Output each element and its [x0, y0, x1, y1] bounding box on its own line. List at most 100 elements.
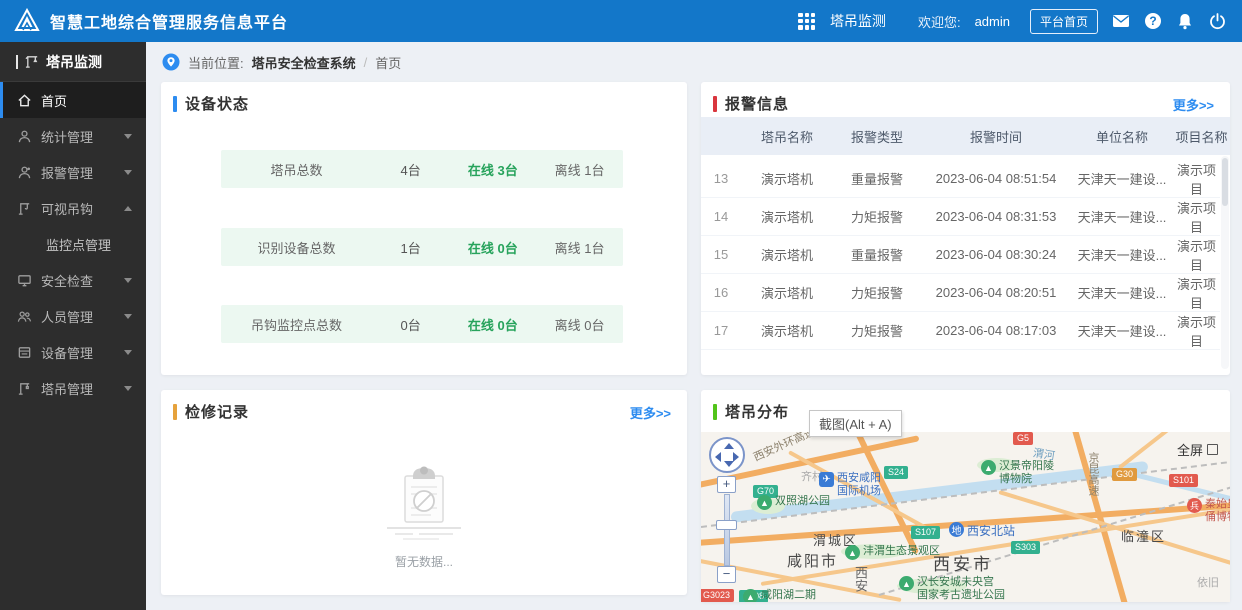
map-label-city: 咸阳市 — [787, 553, 839, 570]
sidebar-item-statistics[interactable]: 统计管理 — [0, 118, 146, 154]
person-alarm-icon — [18, 166, 31, 178]
top-header: 智慧工地综合管理服务信息平台 塔吊监测 欢迎您: admin 平台首页 ? — [0, 0, 1242, 42]
sidebar-item-personnel[interactable]: 人员管理 — [0, 298, 146, 334]
alarm-info-panel: 报警信息 更多>> 塔吊名称 报警类型 报警时间 单位名称 项目名称 13 演示塔… — [701, 82, 1230, 375]
fullscreen-button[interactable]: 全屏 — [1177, 440, 1218, 459]
map-pan-control[interactable] — [709, 437, 745, 473]
maintenance-panel: 检修记录 更多>> 暂无数据... — [161, 390, 687, 595]
pan-left-arrow[interactable] — [715, 452, 721, 462]
title-accent-bar — [713, 403, 717, 420]
panel-title: 塔吊分布 — [713, 401, 789, 422]
road-shield: G5 — [1013, 432, 1034, 445]
alarm-table-row[interactable]: 17 演示塔机 力矩报警 2023-06-04 08:17:03 天津天一建设... 演示… — [701, 312, 1220, 350]
apps-grid-icon[interactable] — [798, 12, 816, 30]
chevron-down-icon — [124, 169, 132, 175]
breadcrumb-prefix: 当前位置: — [188, 55, 244, 71]
sidebar-item-safety-check[interactable]: 安全检查 — [0, 262, 146, 298]
road-shield: S107 — [911, 526, 941, 539]
sidebar-item-monitor-points[interactable]: 监控点管理 — [0, 226, 146, 262]
park-icon: ▲ — [757, 495, 772, 510]
platform-logo-icon — [14, 8, 40, 31]
alarm-table-row[interactable]: 14 演示塔机 力矩报警 2023-06-04 08:31:53 天津天一建设... 演示… — [701, 198, 1220, 236]
pan-right-arrow[interactable] — [733, 452, 739, 462]
alarm-table-row[interactable]: 16 演示塔机 力矩报警 2023-06-04 08:20:51 天津天一建设... 演示… — [701, 274, 1220, 312]
sidebar-item-visual-hook[interactable]: 可视吊钩 — [0, 190, 146, 226]
road-shield: G30 — [1112, 468, 1138, 481]
breadcrumb-separator: / — [363, 54, 368, 70]
map-poi-park: ▲ 汉长安城未央宫 国家考古遗址公园 — [899, 576, 1005, 602]
breadcrumb-current[interactable]: 首页 — [375, 53, 401, 72]
alarm-more-link[interactable]: 更多>> — [1173, 95, 1214, 114]
scrollbar-thumb[interactable] — [1222, 158, 1228, 206]
platform-home-button[interactable]: 平台首页 — [1029, 8, 1098, 34]
breadcrumb: 当前位置: 塔吊安全检查系统 / 首页 — [162, 50, 401, 74]
map-label-road: 西安 — [853, 566, 868, 592]
empty-state: 暂无数据... — [161, 462, 687, 570]
chevron-down-icon — [124, 349, 132, 355]
device-status-panel: 设备状态 塔吊总数 4台 在线 3台 离线 1台 识别设备总数 1台 在线 0台… — [161, 82, 687, 375]
panel-title: 设备状态 — [173, 93, 249, 114]
sidebar: 塔吊监测 首页 统计管理 报警管理 可视吊钩 监控点管理 安全检查 人员管理 设… — [0, 42, 146, 610]
app-title: 智慧工地综合管理服务信息平台 — [50, 15, 289, 32]
empty-text: 暂无数据... — [394, 555, 453, 569]
map-poi-park: ▲ 双照湖公园 — [757, 495, 830, 510]
panel-title: 报警信息 — [713, 93, 789, 114]
help-icon[interactable]: ? — [1144, 12, 1162, 30]
map-poi-park: ▲ 咸阳湖二期 — [743, 589, 816, 602]
zoom-in-button[interactable]: + — [717, 476, 736, 493]
zoom-slider-handle[interactable] — [716, 520, 737, 530]
chevron-down-icon — [124, 133, 132, 139]
park-icon: ▲ — [845, 545, 860, 560]
device-stat-row: 识别设备总数 1台 在线 0台 离线 1台 — [221, 228, 623, 266]
maintenance-more-link[interactable]: 更多>> — [630, 403, 671, 422]
zoom-slider-track[interactable] — [724, 494, 730, 566]
fullscreen-icon — [1207, 444, 1218, 455]
title-accent-bar — [713, 95, 717, 112]
road-shield: S303 — [1011, 541, 1041, 554]
device-icon — [18, 346, 31, 358]
park-icon: ▲ — [743, 589, 758, 602]
module-switcher[interactable]: 塔吊监测 — [830, 11, 886, 31]
people-icon — [17, 310, 32, 322]
sidebar-item-crane-mgmt[interactable]: 塔吊管理 — [0, 370, 146, 406]
map-label-river: 渭河 — [1032, 447, 1056, 463]
sidebar-item-alarm[interactable]: 报警管理 — [0, 154, 146, 190]
device-stat-row: 吊钩监控点总数 0台 在线 0台 离线 0台 — [221, 305, 623, 343]
title-accent-bar — [173, 95, 177, 112]
pan-up-arrow[interactable] — [724, 443, 734, 449]
screenshot-tooltip: 截图(Alt + A) — [809, 410, 902, 437]
sidebar-item-equipment[interactable]: 设备管理 — [0, 334, 146, 370]
alarm-table-row[interactable]: 15 演示塔机 重量报警 2023-06-04 08:30:24 天津天一建设... 演示… — [701, 236, 1220, 274]
breadcrumb-system: 塔吊安全检查系统 — [251, 55, 356, 71]
scenic-icon: 兵 — [1187, 498, 1202, 513]
chevron-down-icon — [124, 313, 132, 319]
title-accent-bar — [173, 403, 177, 420]
location-pin-icon — [162, 53, 180, 71]
power-icon[interactable] — [1208, 12, 1226, 30]
bell-icon[interactable] — [1176, 12, 1194, 30]
monitor-icon — [18, 274, 31, 286]
mail-icon[interactable] — [1112, 12, 1130, 30]
map-label-road: 京昆高速 — [1087, 452, 1099, 496]
map-poi-museum: ▲ 汉景帝阳陵 博物院 — [981, 460, 1054, 486]
road-shield: S101 — [1169, 474, 1199, 487]
map-label-village: 依旧 — [1197, 577, 1219, 589]
map-canvas[interactable]: G70 S24 G5 S107 S303 G30 S101 G3023 S208… — [701, 432, 1230, 602]
zoom-out-button[interactable]: − — [717, 566, 736, 583]
person-stats-icon — [18, 130, 31, 142]
metro-icon: 地 — [949, 522, 964, 537]
alarm-table-row[interactable]: 13 演示塔机 重量报警 2023-06-04 08:51:54 天津天一建设... 演示… — [701, 160, 1220, 198]
airport-icon: ✈ — [819, 472, 834, 487]
device-stat-row: 塔吊总数 4台 在线 3台 离线 1台 — [221, 150, 623, 188]
sidebar-header-label: 塔吊监测 — [46, 53, 102, 70]
alarm-table-body: 13 演示塔机 重量报警 2023-06-04 08:51:54 天津天一建设... 演示… — [701, 155, 1220, 371]
welcome-label: 欢迎您: — [917, 14, 961, 30]
main-content: 当前位置: 塔吊安全检查系统 / 首页 设备状态 塔吊总数 4台 在线 3台 离… — [146, 42, 1242, 610]
road-shield: G3023 — [701, 589, 735, 602]
park-icon: ▲ — [899, 576, 914, 591]
map-label-district: 临潼区 — [1121, 529, 1167, 544]
panel-title: 检修记录 — [173, 401, 249, 422]
sidebar-item-home[interactable]: 首页 — [0, 82, 146, 118]
username[interactable]: admin — [975, 14, 1010, 29]
collapse-bar — [16, 54, 18, 69]
